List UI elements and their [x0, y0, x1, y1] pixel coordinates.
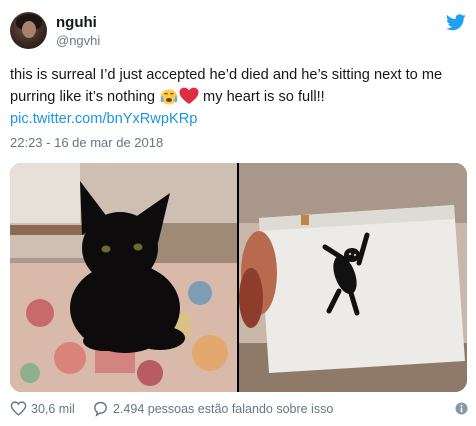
cat-photo-in-hand-image — [239, 163, 467, 392]
photo-hand-holding-cat-picture[interactable] — [239, 163, 467, 392]
reply-bubble-icon — [94, 401, 107, 417]
timestamp[interactable]: 22:23 - 16 de mar de 2018 — [10, 135, 163, 150]
avatar[interactable] — [10, 12, 47, 49]
media-link[interactable]: pic.twitter.com/bnYxRwpKRp — [10, 111, 197, 127]
twitter-bird-icon[interactable] — [446, 14, 466, 31]
crying-face-emoji-icon — [160, 89, 178, 105]
heart-icon — [10, 401, 27, 416]
replies-button[interactable]: 2.494 pessoas estão falando sobre isso — [92, 400, 333, 417]
info-icon[interactable] — [455, 402, 468, 415]
tweet-card[interactable]: nguhi @ngvhi this is surreal I’d just ac… — [0, 0, 476, 426]
cat-on-quilt-image — [10, 163, 237, 392]
tweet-text-tail: my heart is so full!! — [199, 89, 325, 105]
tweet-text: this is surreal I’d just accepted he’d d… — [10, 64, 470, 130]
display-name[interactable]: nguhi — [56, 14, 97, 31]
likes-count: 30,6 mil — [31, 401, 75, 416]
tweet-footer: 30,6 mil 2.494 pessoas estão falando sob… — [10, 400, 468, 420]
media-grid — [10, 163, 467, 392]
red-heart-emoji-icon — [179, 87, 199, 104]
avatar-face — [22, 21, 36, 38]
photo-black-cat-on-quilt[interactable] — [10, 163, 237, 392]
user-handle[interactable]: @ngvhi — [56, 33, 100, 48]
likes-button[interactable]: 30,6 mil — [10, 400, 75, 417]
conversation-count: 2.494 pessoas estão falando sobre isso — [113, 401, 334, 416]
